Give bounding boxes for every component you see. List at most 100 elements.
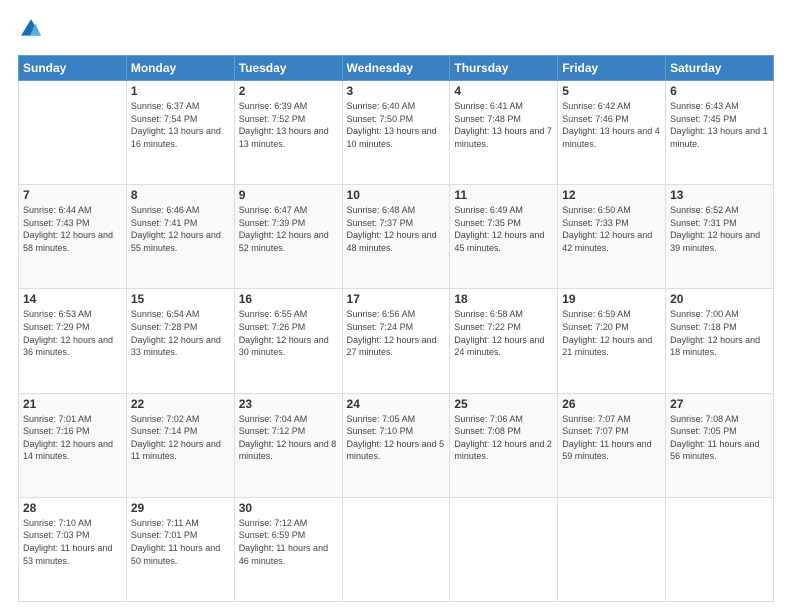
day-detail: Sunrise: 6:44 AMSunset: 7:43 PMDaylight:… [23,204,122,254]
weekday-header-friday: Friday [558,56,666,81]
day-number: 21 [23,397,122,411]
calendar-cell: 25 Sunrise: 7:06 AMSunset: 7:08 PMDayligh… [450,393,558,497]
day-detail: Sunrise: 6:58 AMSunset: 7:22 PMDaylight:… [454,308,553,358]
calendar-cell: 18 Sunrise: 6:58 AMSunset: 7:22 PMDayligh… [450,289,558,393]
day-detail: Sunrise: 7:12 AMSunset: 6:59 PMDaylight:… [239,517,338,567]
day-number: 18 [454,292,553,306]
calendar-cell: 23Sunrise: 7:04 AMSunset: 7:12 PMDayligh… [234,393,342,497]
calendar-cell: 19 Sunrise: 6:59 AMSunset: 7:20 PMDayligh… [558,289,666,393]
header [18,18,774,45]
week-row-5: 28 Sunrise: 7:10 AMSunset: 7:03 PMDayligh… [19,497,774,601]
week-row-2: 7Sunrise: 6:44 AMSunset: 7:43 PMDaylight… [19,185,774,289]
calendar-cell: 30 Sunrise: 7:12 AMSunset: 6:59 PMDayligh… [234,497,342,601]
calendar-cell [450,497,558,601]
day-number: 30 [239,501,338,515]
day-detail: Sunrise: 6:50 AMSunset: 7:33 PMDaylight:… [562,204,661,254]
calendar-cell: 24Sunrise: 7:05 AMSunset: 7:10 PMDayligh… [342,393,450,497]
day-detail: Sunrise: 7:08 AMSunset: 7:05 PMDaylight:… [670,413,769,463]
weekday-header-row: SundayMondayTuesdayWednesdayThursdayFrid… [19,56,774,81]
calendar-cell: 10 Sunrise: 6:48 AMSunset: 7:37 PMDayligh… [342,185,450,289]
week-row-3: 14 Sunrise: 6:53 AMSunset: 7:29 PMDayligh… [19,289,774,393]
page: SundayMondayTuesdayWednesdayThursdayFrid… [0,0,792,612]
calendar-cell [19,81,127,185]
day-number: 8 [131,188,230,202]
day-detail: Sunrise: 6:54 AMSunset: 7:28 PMDaylight:… [131,308,230,358]
day-detail: Sunrise: 7:04 AMSunset: 7:12 PMDaylight:… [239,413,338,463]
calendar-cell: 20 Sunrise: 7:00 AMSunset: 7:18 PMDayligh… [666,289,774,393]
weekday-header-saturday: Saturday [666,56,774,81]
day-number: 6 [670,84,769,98]
day-number: 16 [239,292,338,306]
day-number: 3 [347,84,446,98]
calendar-cell: 26 Sunrise: 7:07 AMSunset: 7:07 PMDayligh… [558,393,666,497]
calendar-cell: 21 Sunrise: 7:01 AMSunset: 7:16 PMDayligh… [19,393,127,497]
logo-icon [20,18,42,40]
weekday-header-thursday: Thursday [450,56,558,81]
day-number: 19 [562,292,661,306]
day-detail: Sunrise: 6:39 AMSunset: 7:52 PMDaylight:… [239,100,338,150]
day-detail: Sunrise: 7:00 AMSunset: 7:18 PMDaylight:… [670,308,769,358]
day-detail: Sunrise: 6:42 AMSunset: 7:46 PMDaylight:… [562,100,661,150]
day-detail: Sunrise: 7:10 AMSunset: 7:03 PMDaylight:… [23,517,122,567]
day-detail: Sunrise: 7:01 AMSunset: 7:16 PMDaylight:… [23,413,122,463]
calendar-cell: 8Sunrise: 6:46 AMSunset: 7:41 PMDaylight… [126,185,234,289]
logo [18,18,42,45]
calendar-cell: 15Sunrise: 6:54 AMSunset: 7:28 PMDayligh… [126,289,234,393]
calendar-cell: 5 Sunrise: 6:42 AMSunset: 7:46 PMDaylight… [558,81,666,185]
day-detail: Sunrise: 6:55 AMSunset: 7:26 PMDaylight:… [239,308,338,358]
weekday-header-sunday: Sunday [19,56,127,81]
calendar-cell: 9Sunrise: 6:47 AMSunset: 7:39 PMDaylight… [234,185,342,289]
calendar-cell: 1Sunrise: 6:37 AMSunset: 7:54 PMDaylight… [126,81,234,185]
day-number: 4 [454,84,553,98]
calendar-cell: 12 Sunrise: 6:50 AMSunset: 7:33 PMDayligh… [558,185,666,289]
day-detail: Sunrise: 6:40 AMSunset: 7:50 PMDaylight:… [347,100,446,150]
calendar-cell: 11 Sunrise: 6:49 AMSunset: 7:35 PMDayligh… [450,185,558,289]
day-detail: Sunrise: 6:59 AMSunset: 7:20 PMDaylight:… [562,308,661,358]
day-number: 11 [454,188,553,202]
day-number: 14 [23,292,122,306]
day-number: 10 [347,188,446,202]
calendar-cell: 29Sunrise: 7:11 AMSunset: 7:01 PMDayligh… [126,497,234,601]
day-number: 1 [131,84,230,98]
calendar-cell: 4 Sunrise: 6:41 AMSunset: 7:48 PMDaylight… [450,81,558,185]
day-number: 28 [23,501,122,515]
day-detail: Sunrise: 6:49 AMSunset: 7:35 PMDaylight:… [454,204,553,254]
calendar-cell: 22Sunrise: 7:02 AMSunset: 7:14 PMDayligh… [126,393,234,497]
calendar-cell: 13 Sunrise: 6:52 AMSunset: 7:31 PMDayligh… [666,185,774,289]
calendar-cell: 17 Sunrise: 6:56 AMSunset: 7:24 PMDayligh… [342,289,450,393]
day-number: 26 [562,397,661,411]
day-detail: Sunrise: 6:52 AMSunset: 7:31 PMDaylight:… [670,204,769,254]
weekday-header-monday: Monday [126,56,234,81]
weekday-header-tuesday: Tuesday [234,56,342,81]
day-detail: Sunrise: 7:06 AMSunset: 7:08 PMDaylight:… [454,413,553,463]
logo-block [18,18,42,45]
week-row-4: 21 Sunrise: 7:01 AMSunset: 7:16 PMDayligh… [19,393,774,497]
calendar-cell [342,497,450,601]
day-detail: Sunrise: 6:47 AMSunset: 7:39 PMDaylight:… [239,204,338,254]
day-number: 5 [562,84,661,98]
calendar-cell [558,497,666,601]
calendar-cell: 6 Sunrise: 6:43 AMSunset: 7:45 PMDaylight… [666,81,774,185]
calendar-cell: 16 Sunrise: 6:55 AMSunset: 7:26 PMDayligh… [234,289,342,393]
day-number: 20 [670,292,769,306]
day-detail: Sunrise: 6:43 AMSunset: 7:45 PMDaylight:… [670,100,769,150]
day-detail: Sunrise: 6:48 AMSunset: 7:37 PMDaylight:… [347,204,446,254]
day-detail: Sunrise: 6:56 AMSunset: 7:24 PMDaylight:… [347,308,446,358]
day-number: 25 [454,397,553,411]
day-number: 27 [670,397,769,411]
day-number: 29 [131,501,230,515]
calendar-cell: 3 Sunrise: 6:40 AMSunset: 7:50 PMDaylight… [342,81,450,185]
day-number: 13 [670,188,769,202]
day-detail: Sunrise: 6:41 AMSunset: 7:48 PMDaylight:… [454,100,553,150]
day-number: 12 [562,188,661,202]
day-detail: Sunrise: 7:07 AMSunset: 7:07 PMDaylight:… [562,413,661,463]
day-number: 17 [347,292,446,306]
calendar-cell: 14 Sunrise: 6:53 AMSunset: 7:29 PMDayligh… [19,289,127,393]
weekday-header-wednesday: Wednesday [342,56,450,81]
calendar-cell: 7Sunrise: 6:44 AMSunset: 7:43 PMDaylight… [19,185,127,289]
day-number: 22 [131,397,230,411]
calendar-cell: 2Sunrise: 6:39 AMSunset: 7:52 PMDaylight… [234,81,342,185]
calendar-cell: 27 Sunrise: 7:08 AMSunset: 7:05 PMDayligh… [666,393,774,497]
day-detail: Sunrise: 7:05 AMSunset: 7:10 PMDaylight:… [347,413,446,463]
day-detail: Sunrise: 6:53 AMSunset: 7:29 PMDaylight:… [23,308,122,358]
